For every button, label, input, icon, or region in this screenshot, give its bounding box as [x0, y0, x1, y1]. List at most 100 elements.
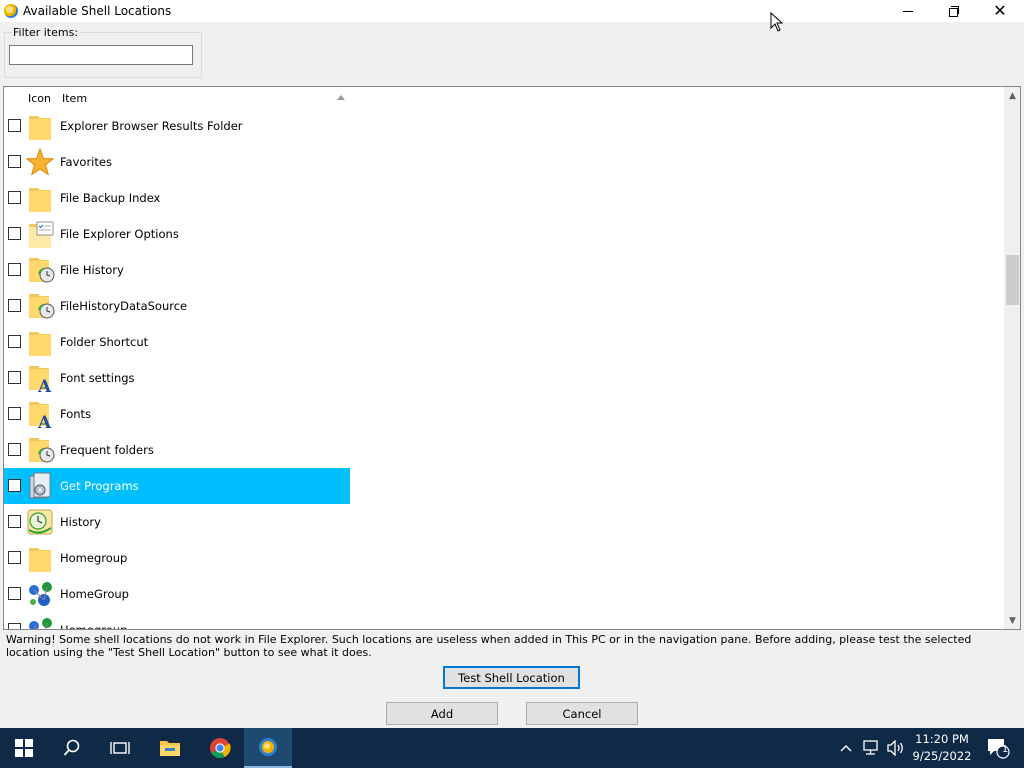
selection-highlight: [4, 468, 350, 504]
list-item[interactable]: File History: [4, 252, 1004, 288]
start-button[interactable]: [0, 728, 48, 768]
restore-icon: [949, 6, 959, 17]
list-item[interactable]: File Backup Index: [4, 180, 1004, 216]
search-button[interactable]: [48, 728, 96, 768]
vertical-scrollbar[interactable]: ▲ ▼: [1004, 87, 1020, 629]
maximize-button[interactable]: [931, 0, 977, 22]
list-item[interactable]: Explorer Browser Results Folder: [4, 108, 1004, 144]
item-label: Frequent folders: [60, 443, 154, 457]
item-label: Favorites: [60, 155, 112, 169]
selection-highlight: [4, 396, 350, 432]
volume-tray-button[interactable]: [884, 728, 908, 768]
svg-text:A: A: [37, 413, 52, 430]
folder-icon: [25, 110, 55, 142]
shell-locations-list[interactable]: Icon Item Explorer Browser Results Folde…: [3, 86, 1021, 630]
item-label: Folder Shortcut: [60, 335, 149, 349]
column-header-item[interactable]: Item: [62, 92, 87, 105]
item-checkbox[interactable]: [8, 587, 21, 600]
folder-clock-icon: [25, 254, 55, 286]
network-tray-button[interactable]: [860, 728, 884, 768]
test-shell-location-button[interactable]: Test Shell Location: [443, 666, 580, 689]
chevron-up-icon: [840, 745, 852, 752]
list-item[interactable]: Homegroup: [4, 540, 1004, 576]
item-label: Get Programs: [60, 479, 139, 493]
close-button[interactable]: ✕: [977, 0, 1023, 22]
selection-highlight: [4, 432, 350, 468]
list-header: Icon Item: [4, 87, 1004, 109]
list-item[interactable]: History: [4, 504, 1004, 540]
scroll-up-arrow-icon[interactable]: ▲: [1004, 87, 1020, 104]
volume-icon: [887, 740, 903, 756]
list-item[interactable]: Folder Shortcut: [4, 324, 1004, 360]
list-rows: Explorer Browser Results Folder Favorites…: [4, 108, 1004, 630]
item-label: File Explorer Options: [60, 227, 179, 241]
folder-font-icon: A: [25, 398, 55, 433]
item-checkbox[interactable]: [8, 371, 21, 384]
folder-clock-icon: [25, 434, 55, 466]
minimize-button[interactable]: [885, 0, 931, 22]
scroll-thumb[interactable]: [1006, 255, 1019, 306]
homegroup-icon: [25, 614, 55, 629]
network-icon: [863, 740, 878, 755]
item-label: History: [60, 515, 101, 529]
show-hidden-icons-button[interactable]: [836, 728, 856, 768]
item-checkbox[interactable]: [8, 299, 21, 312]
clock-date: 9/25/2022: [912, 749, 972, 763]
programs-icon: [25, 470, 55, 502]
warning-text: Warning! Some shell locations do not wor…: [6, 633, 972, 659]
item-label: HomeGroup: [60, 587, 129, 601]
item-label: Font settings: [60, 371, 135, 385]
svg-text:A: A: [37, 377, 52, 394]
list-item[interactable]: FileHistoryDataSource: [4, 288, 1004, 324]
folder-font-icon: A: [25, 362, 55, 397]
cancel-button[interactable]: Cancel: [526, 702, 638, 725]
add-button[interactable]: Add: [386, 702, 498, 725]
list-item[interactable]: Frequent folders: [4, 432, 1004, 468]
selection-highlight: [4, 252, 350, 288]
list-item[interactable]: File Explorer Options: [4, 216, 1004, 252]
action-center-button[interactable]: 1: [978, 728, 1018, 768]
task-view-button[interactable]: [96, 728, 144, 768]
mouse-cursor-icon: [770, 12, 784, 32]
item-checkbox[interactable]: [8, 335, 21, 348]
close-icon: ✕: [993, 1, 1007, 20]
folder-icon: [25, 542, 55, 574]
list-item[interactable]: A Font settings: [4, 360, 1004, 397]
title-bar: Available Shell Locations ✕: [0, 0, 1024, 22]
list-item[interactable]: HomeGroup: [4, 576, 1004, 612]
selection-highlight: [4, 324, 350, 360]
column-header-icon[interactable]: Icon: [28, 92, 51, 105]
list-item[interactable]: A Fonts: [4, 396, 1004, 433]
item-checkbox[interactable]: [8, 227, 21, 240]
list-item[interactable]: Homegroup: [4, 612, 1004, 630]
item-label: Homegroup: [60, 623, 128, 630]
item-checkbox[interactable]: [8, 479, 21, 492]
chrome-taskbar-button[interactable]: [196, 728, 244, 768]
list-item[interactable]: Favorites: [4, 144, 1004, 180]
winaero-tweaker-taskbar-button[interactable]: [244, 728, 292, 768]
folder-options-icon: [25, 218, 55, 250]
item-checkbox[interactable]: [8, 623, 21, 629]
file-explorer-taskbar-button[interactable]: [146, 728, 194, 768]
filter-input[interactable]: [9, 45, 193, 65]
item-checkbox[interactable]: [8, 191, 21, 204]
item-checkbox[interactable]: [8, 155, 21, 168]
item-label: Explorer Browser Results Folder: [60, 119, 243, 133]
item-label: Homegroup: [60, 551, 128, 565]
homegroup-icon: [25, 578, 55, 610]
window-title: Available Shell Locations: [23, 4, 172, 18]
scroll-down-arrow-icon[interactable]: ▼: [1004, 612, 1020, 629]
item-checkbox[interactable]: [8, 263, 21, 276]
item-checkbox[interactable]: [8, 407, 21, 420]
selection-highlight: [4, 144, 350, 180]
clock-button[interactable]: 11:20 PM 9/25/2022: [910, 728, 974, 768]
item-label: File Backup Index: [60, 191, 161, 205]
selection-highlight: [4, 576, 350, 612]
taskbar: 11:20 PM 9/25/2022 1: [0, 728, 1024, 768]
item-checkbox[interactable]: [8, 119, 21, 132]
star-icon: [25, 146, 55, 178]
item-checkbox[interactable]: [8, 443, 21, 456]
item-checkbox[interactable]: [8, 551, 21, 564]
list-item[interactable]: Get Programs: [4, 468, 1004, 504]
item-checkbox[interactable]: [8, 515, 21, 528]
